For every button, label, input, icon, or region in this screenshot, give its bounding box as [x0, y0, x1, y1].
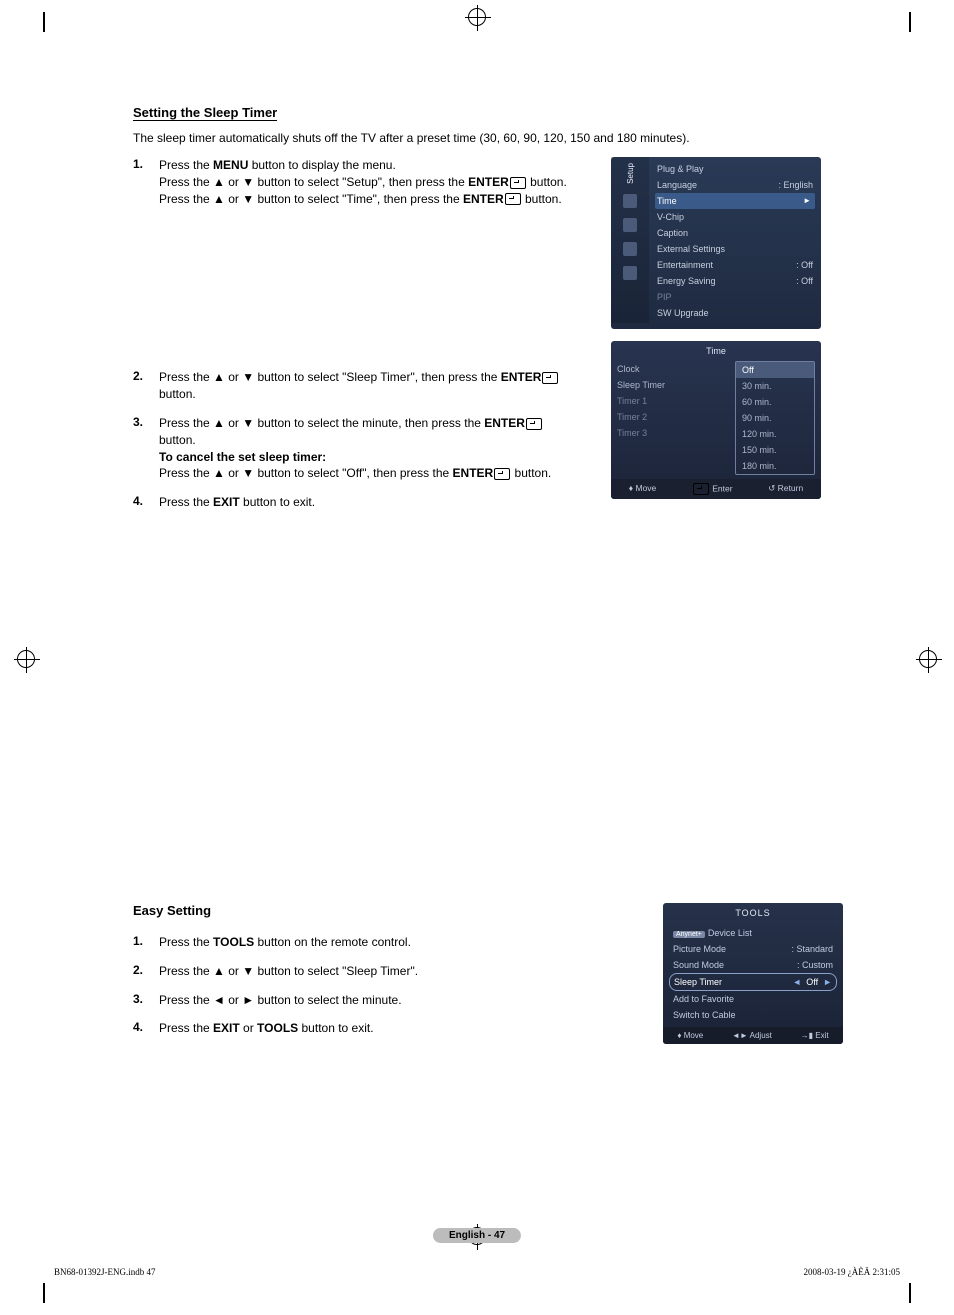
osd-menu-item: Energy SavingOff — [655, 273, 815, 289]
step-number: 4. — [133, 494, 159, 511]
registration-mark — [919, 650, 937, 668]
osd-menu-item: V-Chip — [655, 209, 815, 225]
footer-left: BN68-01392J-ENG.indb 47 — [54, 1267, 156, 1277]
footer-enter: Enter — [692, 483, 733, 495]
osd-menu-item: SW Upgrade — [655, 305, 815, 321]
input-icon — [623, 266, 637, 280]
osd-option: 90 min. — [736, 410, 814, 426]
enter-icon — [541, 370, 559, 384]
droplet-icon — [623, 194, 637, 208]
step-number: 2. — [133, 369, 159, 403]
intro-text: The sleep timer automatically shuts off … — [133, 131, 823, 145]
page-content: Setting the Sleep Timer The sleep timer … — [133, 105, 823, 1049]
enter-icon — [509, 175, 527, 189]
osd-tools-row: Add to Favorite — [669, 991, 837, 1007]
footer-move: ♦ Move — [677, 1031, 703, 1040]
registration-mark — [468, 8, 486, 26]
osd-menu-item: EntertainmentOff — [655, 257, 815, 273]
satellite-icon — [623, 242, 637, 256]
osd-time-row: Sleep Timer — [617, 377, 731, 393]
osd-setup-menu: Setup Plug & PlayLanguageEnglishTimeV-Ch… — [611, 157, 821, 329]
step-number: 1. — [133, 157, 159, 207]
steps-list: 1. Press the MENU button to display the … — [133, 157, 593, 207]
osd-menu-item: Plug & Play — [655, 161, 815, 177]
registration-mark — [17, 650, 35, 668]
osd-menu-item: Time — [655, 193, 815, 209]
osd-tools-row: Switch to Cable — [669, 1007, 837, 1023]
osd-title: TOOLS — [663, 903, 843, 923]
step-body: Press the EXIT button to exit. — [159, 494, 593, 511]
enter-icon — [504, 192, 522, 206]
section-title: Setting the Sleep Timer — [133, 105, 277, 121]
footer-adjust: ◄► Adjust — [732, 1031, 772, 1040]
enter-icon — [493, 466, 511, 480]
osd-option: 30 min. — [736, 378, 814, 394]
osd-option: 150 min. — [736, 442, 814, 458]
enter-icon — [525, 416, 543, 430]
step-body: Press the MENU button to display the men… — [159, 157, 593, 207]
osd-tools-menu: TOOLS Anynet+Device ListPicture Mode: St… — [663, 903, 843, 1044]
step-body: Press the ▲ or ▼ button to select "Sleep… — [159, 369, 593, 403]
osd-time-row: Timer 3 — [617, 425, 731, 441]
osd-menu-item: External Settings — [655, 241, 815, 257]
osd-menu-item: LanguageEnglish — [655, 177, 815, 193]
footer-return: ↺ Return — [768, 483, 803, 495]
osd-option: 180 min. — [736, 458, 814, 474]
footer-move: ♦ Move — [629, 483, 657, 495]
osd-time-row: Clock — [617, 361, 731, 377]
osd-menu-item: PIP — [655, 289, 815, 305]
osd-time-row: Timer 1 — [617, 393, 731, 409]
osd-option: 60 min. — [736, 394, 814, 410]
print-footer: BN68-01392J-ENG.indb 47 2008-03-19 ¿ÀÈÄ … — [54, 1267, 900, 1277]
osd-menu-item: Caption — [655, 225, 815, 241]
step-body: Press the ▲ or ▼ button to select the mi… — [159, 415, 593, 482]
osd-option: 120 min. — [736, 426, 814, 442]
osd-tab-label: Setup — [626, 163, 635, 184]
osd-title: Time — [611, 341, 821, 361]
osd-time-row: Timer 2 — [617, 409, 731, 425]
osd-tools-row: Anynet+Device List — [669, 925, 837, 941]
osd-time-menu: Time ClockSleep TimerTimer 1Timer 2Timer… — [611, 341, 821, 499]
osd-option: Off — [736, 362, 814, 378]
enter-icon — [692, 483, 710, 493]
osd-tools-row: Sound Mode: Custom — [669, 957, 837, 973]
crop-marks-bottom — [0, 1283, 954, 1303]
osd-tools-row: Picture Mode: Standard — [669, 941, 837, 957]
footer-right: 2008-03-19 ¿ÀÈÄ 2:31:05 — [804, 1267, 901, 1277]
page-number-badge: English - 47 — [433, 1228, 521, 1243]
footer-exit: →▮ Exit — [801, 1031, 829, 1040]
step-number: 3. — [133, 415, 159, 482]
gear-icon — [623, 218, 637, 232]
section-title: Easy Setting — [133, 903, 211, 918]
osd-tools-row: Sleep Timer◄ Off ► — [669, 973, 837, 991]
